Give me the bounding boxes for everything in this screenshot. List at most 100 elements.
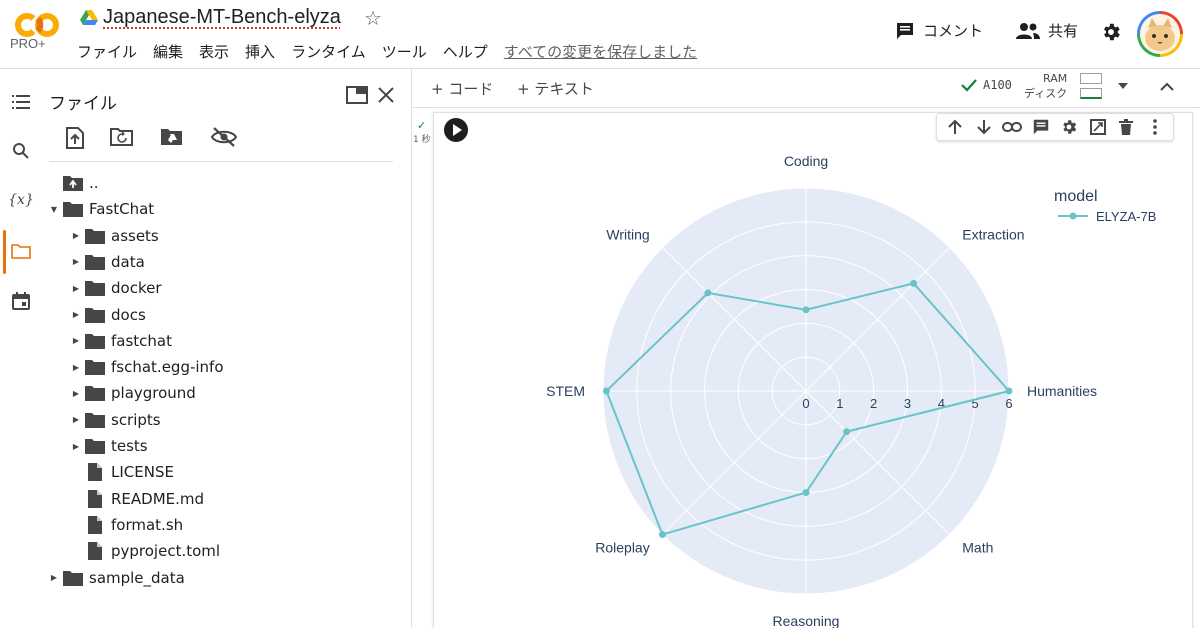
chevron-right-icon[interactable]: ▶ — [68, 363, 84, 372]
add-code-button[interactable]: + コード — [431, 78, 493, 99]
chevron-right-icon[interactable]: ▶ — [68, 336, 84, 345]
comment-label: コメント — [923, 20, 983, 41]
file-icon — [84, 489, 106, 509]
chevron-right-icon[interactable]: ▶ — [68, 442, 84, 451]
share-label: 共有 — [1048, 20, 1078, 41]
tree-item-label: data — [111, 253, 145, 271]
menu-runtime[interactable]: ランタイム — [291, 41, 374, 62]
chevron-right-icon[interactable]: ▶ — [68, 284, 84, 293]
folder-up-icon — [62, 173, 84, 193]
menu-edit[interactable]: 編集 — [153, 41, 191, 62]
upload-file-icon[interactable] — [65, 127, 85, 149]
legend-marker — [1070, 213, 1077, 220]
file-item[interactable]: pyproject.toml — [68, 538, 220, 564]
chevron-right-icon[interactable]: ▶ — [68, 389, 84, 398]
move-down-icon[interactable] — [974, 117, 994, 137]
folder-item[interactable]: ▶ sample_data — [46, 565, 185, 591]
file-browser-panel: ファイル ..▼FastChat▶assets▶data▶docker▶docs… — [40, 69, 412, 628]
folder-item[interactable]: ▶ data — [68, 249, 145, 275]
data-point — [803, 306, 810, 313]
folder-item[interactable]: ▶assets — [68, 223, 159, 249]
variables-icon[interactable]: {x} — [10, 189, 32, 211]
chevron-right-icon[interactable]: ▶ — [68, 415, 84, 424]
mount-drive-icon[interactable] — [160, 127, 184, 147]
folder-item[interactable]: ▶ scripts — [68, 407, 161, 433]
category-label: Reasoning — [773, 613, 840, 628]
close-icon[interactable] — [377, 86, 395, 104]
cell-toolbar — [936, 113, 1174, 141]
move-up-icon[interactable] — [945, 117, 965, 137]
folder-item[interactable]: ▶fastchat — [68, 328, 172, 354]
collapse-header-icon[interactable] — [1160, 82, 1174, 91]
menu-insert[interactable]: 挿入 — [245, 41, 283, 62]
folder-icon — [62, 568, 84, 588]
search-icon[interactable] — [10, 140, 32, 162]
delete-icon[interactable] — [1116, 117, 1136, 137]
calendar-icon[interactable] — [10, 290, 32, 312]
disk-usage-bar[interactable] — [1080, 88, 1102, 99]
parent-folder-item[interactable]: .. — [46, 170, 99, 196]
data-point — [704, 289, 711, 296]
cell-settings-icon[interactable] — [1059, 117, 1079, 137]
folder-item[interactable]: ▶playground — [68, 380, 196, 406]
resources-dropdown-icon[interactable] — [1118, 83, 1128, 89]
user-avatar[interactable] — [1137, 11, 1183, 57]
file-item[interactable]: format.sh — [68, 512, 183, 538]
file-item[interactable]: LICENSE — [68, 459, 174, 485]
files-folder-icon[interactable] — [10, 240, 32, 262]
radial-tick-label: 3 — [904, 396, 911, 411]
tree-item-label: format.sh — [111, 516, 183, 534]
tree-item-label: pyproject.toml — [111, 542, 220, 560]
connected-check-icon — [961, 78, 977, 92]
link-icon[interactable] — [1002, 117, 1022, 137]
category-label: Roleplay — [595, 539, 649, 555]
menu-help[interactable]: ヘルプ — [443, 41, 496, 62]
data-point — [1006, 388, 1013, 395]
star-icon[interactable]: ☆ — [364, 6, 382, 30]
share-button[interactable]: 共有 — [1016, 20, 1078, 41]
legend-title: model — [1054, 188, 1098, 205]
chevron-right-icon[interactable]: ▶ — [68, 310, 84, 319]
tree-item-label: sample_data — [89, 569, 185, 587]
file-icon — [84, 462, 106, 482]
chevron-right-icon[interactable]: ▶ — [68, 257, 84, 266]
folder-item[interactable]: ▶docs — [68, 302, 146, 328]
menu-view[interactable]: 表示 — [199, 41, 237, 62]
category-label: Coding — [784, 153, 828, 169]
ram-usage-bar[interactable] — [1080, 73, 1102, 84]
mirror-cell-icon[interactable] — [1088, 117, 1108, 137]
open-in-tab-icon[interactable] — [346, 86, 368, 104]
folder-icon — [84, 357, 106, 377]
tree-item-label: docker — [111, 279, 162, 297]
comment-icon[interactable] — [1031, 117, 1051, 137]
file-item[interactable]: README.md — [68, 486, 204, 512]
folder-item[interactable]: ▼FastChat — [46, 196, 154, 222]
cat-avatar-icon — [1140, 14, 1180, 54]
refresh-folder-icon[interactable] — [110, 127, 134, 147]
chevron-right-icon[interactable]: ▶ — [68, 231, 84, 240]
comment-button[interactable]: コメント — [895, 20, 983, 41]
google-drive-icon[interactable] — [80, 10, 98, 26]
folder-icon — [84, 226, 106, 246]
tree-item-label: .. — [89, 174, 99, 192]
save-status-link[interactable]: すべての変更を保存しました — [504, 41, 705, 62]
tree-item-label: README.md — [111, 490, 204, 508]
category-label: STEM — [546, 383, 585, 399]
runtime-status[interactable]: A100 — [961, 78, 1012, 92]
folder-item[interactable]: ▶tests — [68, 433, 148, 459]
comment-icon — [895, 21, 915, 41]
tree-item-label: scripts — [111, 411, 161, 429]
more-options-icon[interactable] — [1145, 117, 1165, 137]
settings-gear-icon[interactable] — [1100, 21, 1122, 43]
folder-item[interactable]: ▶ docker — [68, 275, 162, 301]
add-text-button[interactable]: + テキスト — [517, 78, 594, 99]
notebook-title[interactable]: Japanese-MT-Bench-elyza — [103, 6, 341, 29]
table-of-contents-icon[interactable] — [10, 91, 32, 113]
menu-file[interactable]: ファイル — [77, 41, 145, 62]
menu-tools[interactable]: ツール — [382, 41, 435, 62]
chevron-right-icon[interactable]: ▶ — [46, 573, 62, 582]
chevron-down-icon[interactable]: ▼ — [46, 205, 62, 214]
hide-files-icon[interactable] — [211, 127, 237, 147]
folder-icon — [84, 383, 106, 403]
folder-item[interactable]: ▶fschat.egg-info — [68, 354, 224, 380]
